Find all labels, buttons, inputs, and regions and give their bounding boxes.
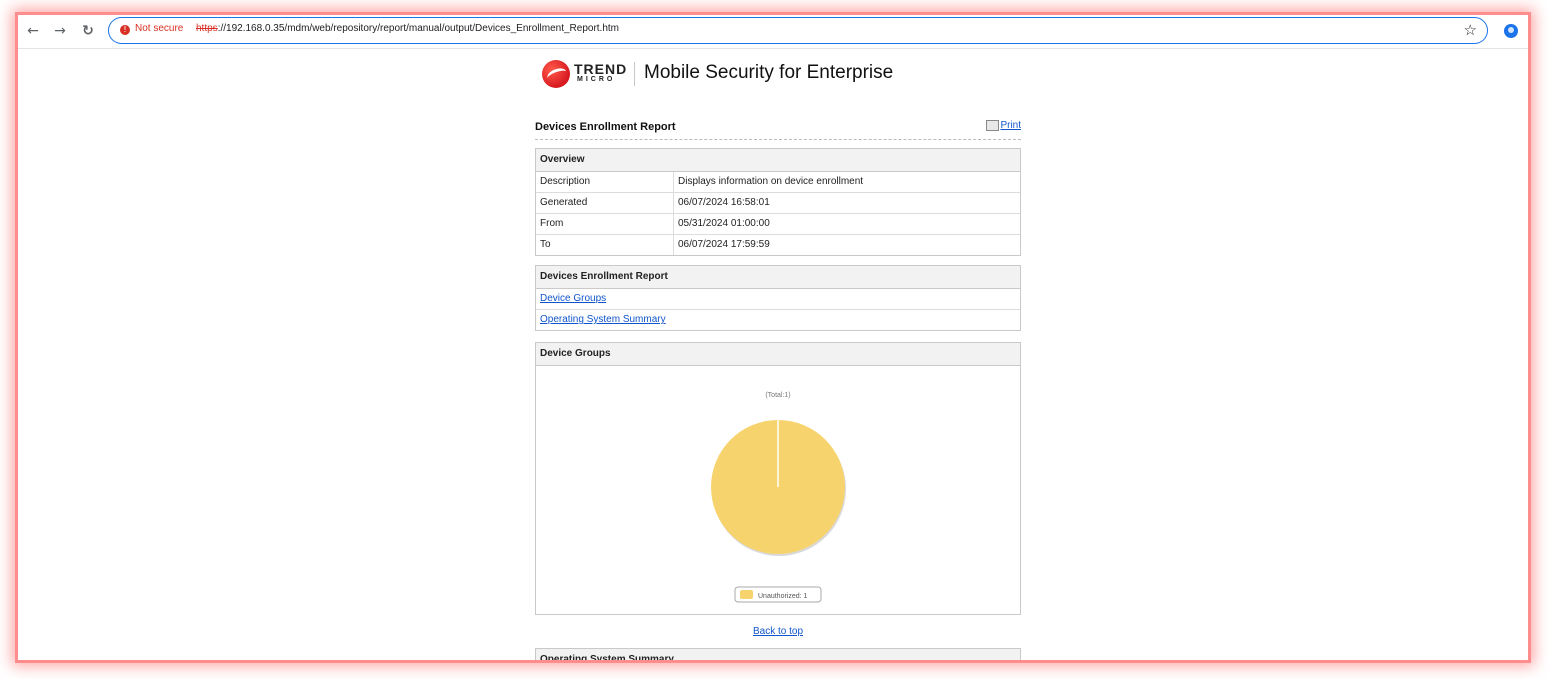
row-value: Displays information on device enrollmen… [673,172,863,192]
browser-window: ← → ↻ ! Not secure https://192.168.0.35/… [18,15,1528,660]
row-value: 06/07/2024 16:58:01 [673,193,770,213]
url-path: ://192.168.0.35/mdm/web/repository/repor… [217,23,620,34]
row-label: Generated [540,197,588,208]
table-row: Description Displays information on devi… [536,172,1020,193]
star-icon[interactable]: ☆ [1464,21,1477,39]
reload-icon[interactable]: ↻ [79,22,97,40]
logo-word: TREND [574,61,628,77]
address-bar[interactable]: ! Not secure https://192.168.0.35/mdm/we… [108,17,1488,44]
device-groups-heading: Device Groups [536,343,1020,366]
overview-table: Overview Description Displays informatio… [535,148,1021,256]
row-value: 06/07/2024 17:59:59 [673,235,770,255]
table-row: From 05/31/2024 01:00:00 [536,214,1020,235]
warning-icon[interactable]: ! [120,25,130,35]
row-label: Description [540,176,591,187]
chart-title: (Total:1) [765,392,790,399]
report-title: Devices Enrollment Report [535,121,676,133]
profile-icon[interactable] [1504,24,1518,38]
chart-legend: Unauthorized: 1 [734,586,822,603]
device-groups-chart: (Total:1) Unauthorized: 1 [536,366,1020,614]
contents-table: Devices Enrollment Report Device Groups … [535,265,1021,331]
os-summary-section: Operating System Summary [535,648,1021,660]
table-row: Generated 06/07/2024 16:58:01 [536,193,1020,214]
browser-toolbar: ← → ↻ ! Not secure https://192.168.0.35/… [18,15,1528,49]
link-device-groups[interactable]: Device Groups [536,293,606,304]
pie-chart: (Total:1) Unauthorized: 1 [711,392,846,603]
contents-heading: Devices Enrollment Report [536,266,1020,289]
legend-swatch [740,590,753,599]
row-value: 05/31/2024 01:00:00 [673,214,770,234]
pie-slices [711,420,846,556]
table-row: To 06/07/2024 17:59:59 [536,235,1020,255]
overview-heading: Overview [536,149,1020,172]
back-to-top-link[interactable]: Back to top [535,626,1021,637]
row-label: From [540,218,564,229]
logo-sub: MICRO [577,76,616,83]
report-title-row: Devices Enrollment Report Print [535,119,1021,140]
list-item: Device Groups [536,289,1020,310]
brand-header: TREND MICRO Mobile Security for Enterpri… [542,59,1012,89]
trend-micro-logo-icon [542,60,570,88]
url-text[interactable]: https://192.168.0.35/mdm/web/repository/… [196,23,619,34]
print-link[interactable]: Print [986,120,1021,131]
os-summary-heading: Operating System Summary [536,649,1020,660]
print-label[interactable]: Print [1000,120,1021,131]
page-content: TREND MICRO Mobile Security for Enterpri… [18,49,1528,660]
forward-arrow-icon[interactable]: → [51,22,69,40]
legend-label: Unauthorized: 1 [758,593,808,600]
url-scheme: https [196,23,218,34]
product-name: Mobile Security for Enterprise [644,62,894,83]
device-groups-section: Device Groups (Total:1) Unauthorized: 1 [535,342,1021,615]
security-label[interactable]: Not secure [135,23,183,34]
link-os-summary[interactable]: Operating System Summary [536,314,666,325]
printer-icon[interactable] [986,120,1000,131]
row-label: To [540,239,551,250]
list-item: Operating System Summary [536,310,1020,330]
logo-divider [634,62,635,86]
back-arrow-icon[interactable]: ← [24,22,42,40]
